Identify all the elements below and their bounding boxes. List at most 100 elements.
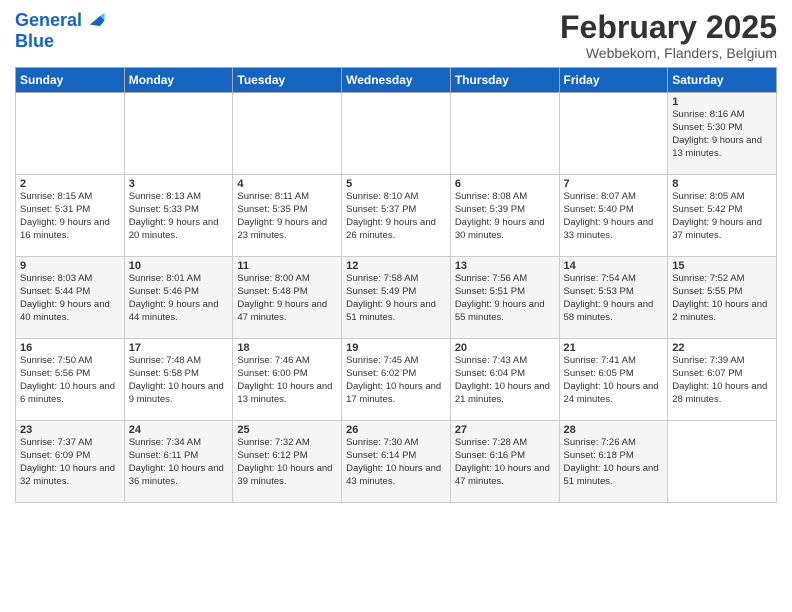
- day-cell: 2Sunrise: 8:15 AM Sunset: 5:31 PM Daylig…: [16, 175, 125, 257]
- day-number: 25: [237, 424, 337, 436]
- day-number: 3: [129, 178, 229, 190]
- week-row-5: 23Sunrise: 7:37 AM Sunset: 6:09 PM Dayli…: [16, 421, 777, 503]
- day-cell: [233, 93, 342, 175]
- day-info: Sunrise: 7:37 AM Sunset: 6:09 PM Dayligh…: [20, 437, 120, 488]
- day-info: Sunrise: 7:54 AM Sunset: 5:53 PM Dayligh…: [564, 273, 664, 324]
- weekday-friday: Friday: [559, 68, 668, 93]
- day-cell: 4Sunrise: 8:11 AM Sunset: 5:35 PM Daylig…: [233, 175, 342, 257]
- day-cell: 21Sunrise: 7:41 AM Sunset: 6:05 PM Dayli…: [559, 339, 668, 421]
- day-cell: 6Sunrise: 8:08 AM Sunset: 5:39 PM Daylig…: [450, 175, 559, 257]
- day-number: 17: [129, 342, 229, 354]
- day-info: Sunrise: 8:13 AM Sunset: 5:33 PM Dayligh…: [129, 191, 229, 242]
- day-info: Sunrise: 7:56 AM Sunset: 5:51 PM Dayligh…: [455, 273, 555, 324]
- day-cell: 24Sunrise: 7:34 AM Sunset: 6:11 PM Dayli…: [124, 421, 233, 503]
- day-number: 5: [346, 178, 446, 190]
- day-cell: 20Sunrise: 7:43 AM Sunset: 6:04 PM Dayli…: [450, 339, 559, 421]
- day-number: 22: [672, 342, 772, 354]
- weekday-thursday: Thursday: [450, 68, 559, 93]
- day-cell: [559, 93, 668, 175]
- day-cell: 12Sunrise: 7:58 AM Sunset: 5:49 PM Dayli…: [342, 257, 451, 339]
- day-number: 11: [237, 260, 337, 272]
- day-cell: 22Sunrise: 7:39 AM Sunset: 6:07 PM Dayli…: [668, 339, 777, 421]
- day-cell: 19Sunrise: 7:45 AM Sunset: 6:02 PM Dayli…: [342, 339, 451, 421]
- calendar-subtitle: Webbekom, Flanders, Belgium: [560, 45, 777, 61]
- day-number: 26: [346, 424, 446, 436]
- day-cell: [16, 93, 125, 175]
- day-number: 13: [455, 260, 555, 272]
- day-number: 9: [20, 260, 120, 272]
- week-row-4: 16Sunrise: 7:50 AM Sunset: 5:56 PM Dayli…: [16, 339, 777, 421]
- day-number: 10: [129, 260, 229, 272]
- day-info: Sunrise: 8:10 AM Sunset: 5:37 PM Dayligh…: [346, 191, 446, 242]
- day-cell: [450, 93, 559, 175]
- day-cell: 3Sunrise: 8:13 AM Sunset: 5:33 PM Daylig…: [124, 175, 233, 257]
- day-cell: 23Sunrise: 7:37 AM Sunset: 6:09 PM Dayli…: [16, 421, 125, 503]
- day-number: 24: [129, 424, 229, 436]
- weekday-sunday: Sunday: [16, 68, 125, 93]
- day-number: 18: [237, 342, 337, 354]
- page-container: General Blue February 2025 Webbekom, Fla…: [0, 0, 792, 508]
- day-cell: 8Sunrise: 8:05 AM Sunset: 5:42 PM Daylig…: [668, 175, 777, 257]
- day-info: Sunrise: 8:03 AM Sunset: 5:44 PM Dayligh…: [20, 273, 120, 324]
- day-number: 14: [564, 260, 664, 272]
- calendar-title: February 2025: [560, 10, 777, 45]
- day-cell: [668, 421, 777, 503]
- day-cell: [342, 93, 451, 175]
- day-info: Sunrise: 7:34 AM Sunset: 6:11 PM Dayligh…: [129, 437, 229, 488]
- day-info: Sunrise: 8:08 AM Sunset: 5:39 PM Dayligh…: [455, 191, 555, 242]
- day-number: 8: [672, 178, 772, 190]
- day-info: Sunrise: 7:43 AM Sunset: 6:04 PM Dayligh…: [455, 355, 555, 406]
- day-cell: 7Sunrise: 8:07 AM Sunset: 5:40 PM Daylig…: [559, 175, 668, 257]
- week-row-3: 9Sunrise: 8:03 AM Sunset: 5:44 PM Daylig…: [16, 257, 777, 339]
- day-cell: 14Sunrise: 7:54 AM Sunset: 5:53 PM Dayli…: [559, 257, 668, 339]
- day-number: 1: [672, 96, 772, 108]
- day-info: Sunrise: 7:50 AM Sunset: 5:56 PM Dayligh…: [20, 355, 120, 406]
- day-number: 6: [455, 178, 555, 190]
- day-info: Sunrise: 7:39 AM Sunset: 6:07 PM Dayligh…: [672, 355, 772, 406]
- day-info: Sunrise: 8:05 AM Sunset: 5:42 PM Dayligh…: [672, 191, 772, 242]
- day-info: Sunrise: 8:01 AM Sunset: 5:46 PM Dayligh…: [129, 273, 229, 324]
- day-number: 16: [20, 342, 120, 354]
- day-info: Sunrise: 7:26 AM Sunset: 6:18 PM Dayligh…: [564, 437, 664, 488]
- day-cell: 15Sunrise: 7:52 AM Sunset: 5:55 PM Dayli…: [668, 257, 777, 339]
- day-cell: 26Sunrise: 7:30 AM Sunset: 6:14 PM Dayli…: [342, 421, 451, 503]
- day-number: 12: [346, 260, 446, 272]
- weekday-tuesday: Tuesday: [233, 68, 342, 93]
- header: General Blue February 2025 Webbekom, Fla…: [15, 10, 777, 61]
- day-cell: 16Sunrise: 7:50 AM Sunset: 5:56 PM Dayli…: [16, 339, 125, 421]
- logo: General Blue: [15, 10, 106, 52]
- day-info: Sunrise: 7:28 AM Sunset: 6:16 PM Dayligh…: [455, 437, 555, 488]
- day-info: Sunrise: 8:16 AM Sunset: 5:30 PM Dayligh…: [672, 109, 772, 160]
- week-row-1: 1Sunrise: 8:16 AM Sunset: 5:30 PM Daylig…: [16, 93, 777, 175]
- day-number: 7: [564, 178, 664, 190]
- logo-blue-text: Blue: [15, 32, 106, 52]
- day-number: 2: [20, 178, 120, 190]
- logo-icon: [84, 10, 106, 32]
- day-cell: [124, 93, 233, 175]
- day-info: Sunrise: 7:45 AM Sunset: 6:02 PM Dayligh…: [346, 355, 446, 406]
- day-number: 21: [564, 342, 664, 354]
- day-number: 15: [672, 260, 772, 272]
- day-info: Sunrise: 7:58 AM Sunset: 5:49 PM Dayligh…: [346, 273, 446, 324]
- day-info: Sunrise: 8:00 AM Sunset: 5:48 PM Dayligh…: [237, 273, 337, 324]
- day-cell: 9Sunrise: 8:03 AM Sunset: 5:44 PM Daylig…: [16, 257, 125, 339]
- day-info: Sunrise: 7:41 AM Sunset: 6:05 PM Dayligh…: [564, 355, 664, 406]
- day-info: Sunrise: 7:32 AM Sunset: 6:12 PM Dayligh…: [237, 437, 337, 488]
- day-cell: 13Sunrise: 7:56 AM Sunset: 5:51 PM Dayli…: [450, 257, 559, 339]
- day-number: 27: [455, 424, 555, 436]
- weekday-wednesday: Wednesday: [342, 68, 451, 93]
- day-number: 23: [20, 424, 120, 436]
- day-cell: 5Sunrise: 8:10 AM Sunset: 5:37 PM Daylig…: [342, 175, 451, 257]
- day-info: Sunrise: 8:11 AM Sunset: 5:35 PM Dayligh…: [237, 191, 337, 242]
- day-cell: 10Sunrise: 8:01 AM Sunset: 5:46 PM Dayli…: [124, 257, 233, 339]
- title-block: February 2025 Webbekom, Flanders, Belgiu…: [560, 10, 777, 61]
- day-cell: 28Sunrise: 7:26 AM Sunset: 6:18 PM Dayli…: [559, 421, 668, 503]
- day-cell: 27Sunrise: 7:28 AM Sunset: 6:16 PM Dayli…: [450, 421, 559, 503]
- weekday-saturday: Saturday: [668, 68, 777, 93]
- day-info: Sunrise: 7:48 AM Sunset: 5:58 PM Dayligh…: [129, 355, 229, 406]
- day-number: 20: [455, 342, 555, 354]
- day-number: 4: [237, 178, 337, 190]
- day-cell: 18Sunrise: 7:46 AM Sunset: 6:00 PM Dayli…: [233, 339, 342, 421]
- day-cell: 25Sunrise: 7:32 AM Sunset: 6:12 PM Dayli…: [233, 421, 342, 503]
- day-info: Sunrise: 7:30 AM Sunset: 6:14 PM Dayligh…: [346, 437, 446, 488]
